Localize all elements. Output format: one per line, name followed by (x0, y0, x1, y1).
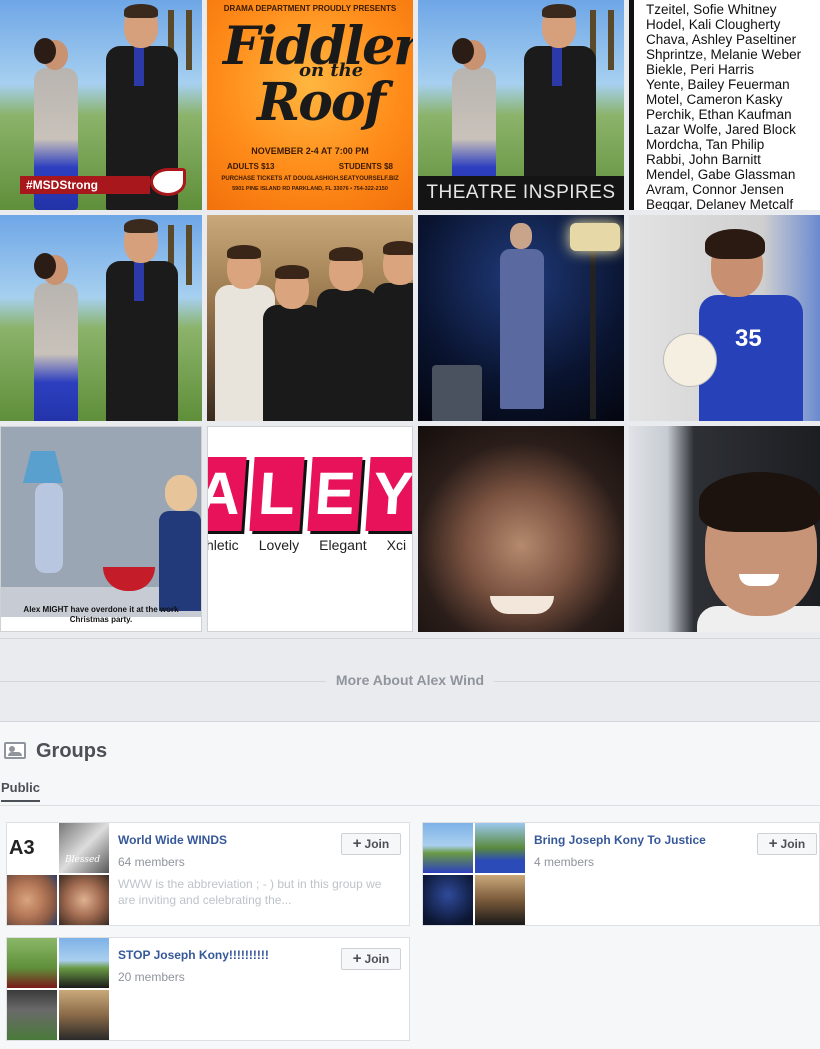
jersey-number: 35 (735, 325, 762, 352)
cast-list: Tzeitel, Sofie Whitney Hodel, Kali Clough… (646, 2, 801, 210)
cast-list-line: Chava, Ashley Paseltiner (646, 32, 797, 47)
alex-word: Lovely (258, 537, 300, 553)
join-label: Join (364, 952, 390, 966)
group-thumb-4 (59, 990, 109, 1040)
photo-cartoon[interactable]: Alex MIGHT have overdone it at the work … (0, 426, 202, 632)
groups-icon (4, 742, 26, 759)
join-label: Join (364, 837, 390, 851)
group-members: 64 members (118, 855, 185, 869)
theatre-inspires-badge: THEATRE INSPIRES (418, 176, 624, 210)
photo-selfie-smile[interactable] (629, 426, 820, 632)
photo-volleyball[interactable]: 35 (629, 215, 820, 421)
groups-section: Groups Public A3 Blessed World Wide WIND… (0, 722, 820, 1049)
cast-list-line: Perchik, Ethan Kaufman (646, 107, 792, 122)
group-card-bring-kony: Bring Joseph Kony To Justice 4 members +… (422, 822, 820, 926)
groups-header: Groups Public (0, 722, 820, 806)
tab-public[interactable]: Public (1, 780, 41, 802)
group-thumb-a3: A3 (7, 823, 57, 873)
alex-letter: L (249, 457, 305, 531)
cast-list-line: Biekle, Peri Harris (646, 62, 755, 77)
volleyball-icon (663, 333, 717, 387)
photo-alex-letters[interactable]: ALEY hletic Lovely Elegant Xci (207, 426, 413, 632)
join-button[interactable]: + Join (341, 948, 401, 970)
alex-letter: E (307, 457, 363, 531)
cast-list-line: Beggar, Delaney Metcalf (646, 197, 794, 210)
photo-prom[interactable] (0, 215, 202, 421)
group-thumb-blessed: Blessed (59, 823, 109, 873)
poster-address: 5901 PINE ISLAND RD PARKLAND, FL 33076 •… (232, 186, 388, 192)
cast-list-line: Lazar Wolfe, Jared Block (646, 122, 796, 137)
cast-list-line: Mordcha, Tan Philip (646, 137, 765, 152)
photo-fiddler-poster[interactable]: DRAMA DEPARTMENT PROUDLY PRESENTS Fiddle… (207, 0, 413, 210)
group-members: 20 members (118, 970, 185, 984)
poster-department: DRAMA DEPARTMENT PROUDLY PRESENTS (223, 4, 397, 13)
a3-logo-text: A3 (9, 837, 35, 859)
group-members: 4 members (534, 855, 595, 869)
group-description: WWW is the abbreviation ; - ) but in thi… (118, 877, 382, 907)
group-thumb-2 (475, 823, 525, 873)
group-name[interactable]: Bring Joseph Kony To Justice (534, 833, 706, 847)
alex-word: Xci (386, 537, 407, 553)
plus-icon: + (768, 835, 778, 852)
poster-tickets: PURCHASE TICKETS AT DOUGLASHIGH.SEATYOUR… (221, 176, 399, 182)
poster-adult-price: ADULTS $13 (227, 162, 275, 171)
plus-icon: + (352, 950, 362, 967)
group-name[interactable]: World Wide WINDS (118, 833, 227, 847)
photo-prom-theatre[interactable]: THEATRE INSPIRES (418, 0, 624, 210)
cast-list-line: Avram, Connor Jensen (646, 182, 784, 197)
photo-cast-list[interactable]: Tzeitel, Sofie Whitney Hodel, Kali Clough… (629, 0, 820, 210)
join-button[interactable]: + Join (341, 833, 401, 855)
alex-words: hletic Lovely Elegant Xci (207, 537, 407, 553)
group-card-world-wide-winds: A3 Blessed World Wide WINDS 64 members W… (6, 822, 410, 926)
photo-friends-group[interactable] (207, 215, 413, 421)
cast-list-line: Shprintze, Melanie Weber (646, 47, 802, 62)
group-thumb-3 (7, 990, 57, 1040)
cast-list-line: Mendel, Gabe Glassman (646, 167, 796, 182)
alex-letters: ALEY (208, 457, 412, 531)
plus-icon: + (352, 835, 362, 852)
group-thumb-3 (7, 875, 57, 925)
blessed-text: Blessed (65, 855, 101, 865)
group-thumbnails (7, 938, 111, 1042)
group-card-stop-kony: STOP Joseph Kony!!!!!!!!!! 20 members + J… (6, 937, 410, 1041)
photo-prom-msd[interactable]: #MSDStrong (0, 0, 202, 210)
group-thumb-4 (59, 875, 109, 925)
photo-stage[interactable] (418, 215, 624, 421)
group-thumb-1 (423, 823, 473, 873)
cast-list-line: Motel, Cameron Kasky (646, 92, 783, 107)
cast-list-line: Rabbi, John Barnitt (646, 152, 761, 167)
group-thumbnails: A3 Blessed (7, 823, 111, 927)
group-thumbnails (423, 823, 527, 927)
groups-title: Groups (36, 740, 108, 762)
alex-word: Elegant (319, 537, 367, 553)
photo-selfie-dark[interactable] (418, 426, 624, 632)
group-name[interactable]: STOP Joseph Kony!!!!!!!!!! (118, 948, 269, 962)
cast-list-line: Hodel, Kali Clougherty (646, 17, 781, 32)
poster-date: NOVEMBER 2-4 AT 7:00 PM (251, 146, 369, 156)
alex-letter: Y (365, 457, 412, 531)
alex-word: hletic (207, 537, 239, 553)
alex-letter: A (208, 457, 247, 531)
group-thumb-3 (423, 875, 473, 925)
poster-title-roof: Roof (257, 72, 386, 133)
poster-student-price: STUDENTS $8 (338, 162, 393, 171)
group-thumb-1 (7, 938, 57, 988)
join-label: Join (780, 837, 806, 851)
cartoon-caption: Alex MIGHT have overdone it at the work … (23, 605, 179, 624)
group-thumb-4 (475, 875, 525, 925)
photo-grid: #MSDStrong DRAMA DEPARTMENT PROUDLY PRES… (0, 0, 820, 636)
poster-prices: ADULTS $13 STUDENTS $8 (227, 162, 393, 171)
cast-list-line: Tzeitel, Sofie Whitney (646, 2, 777, 17)
more-about-section: More About Alex Wind (0, 638, 820, 722)
eagle-logo-icon (150, 168, 186, 196)
group-thumb-2 (59, 938, 109, 988)
msd-strong-badge: #MSDStrong (20, 176, 150, 194)
cast-list-line: Yente, Bailey Feuerman (646, 77, 790, 92)
more-about-link[interactable]: More About Alex Wind (325, 672, 495, 688)
join-button[interactable]: + Join (757, 833, 817, 855)
